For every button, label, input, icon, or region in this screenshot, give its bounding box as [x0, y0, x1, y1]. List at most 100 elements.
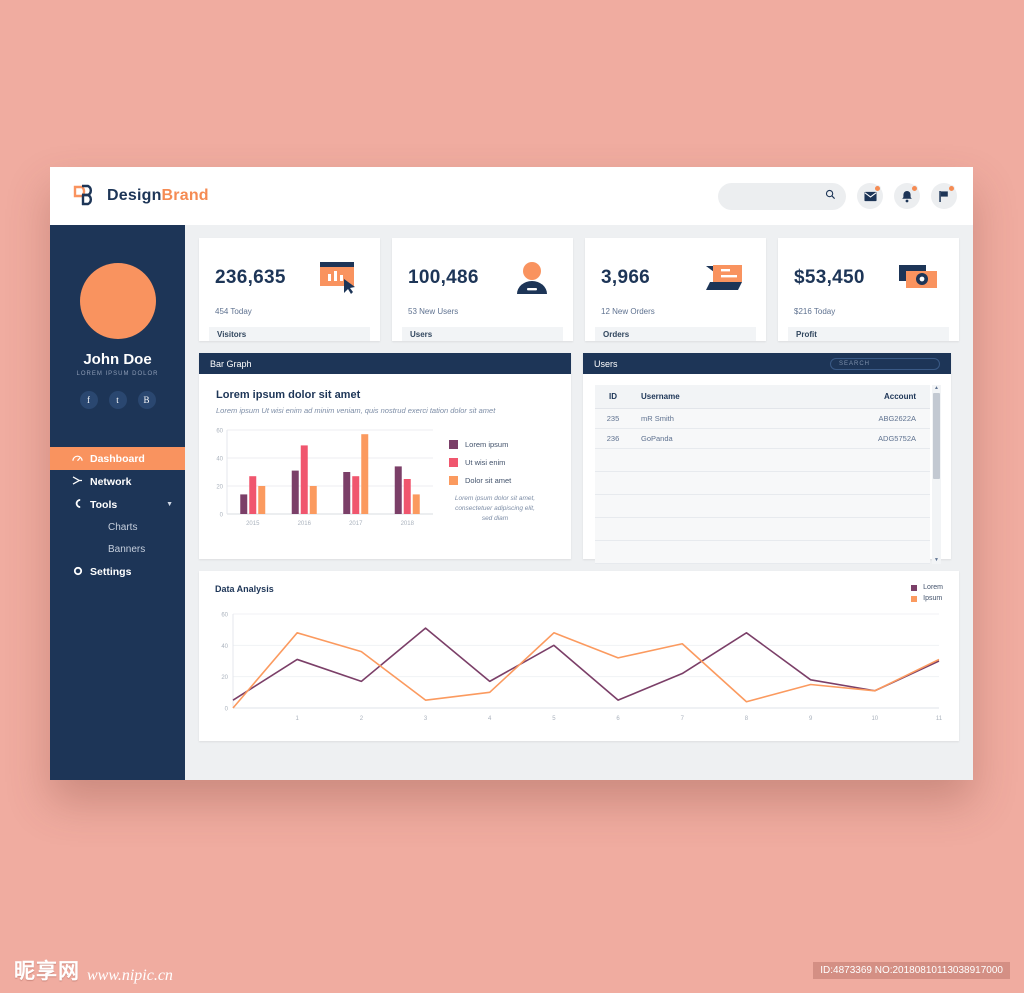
- notifications-button[interactable]: [894, 183, 920, 209]
- wrench-icon: [72, 499, 83, 510]
- bar-graph-description: Lorem ipsum Ut wisi enim ad minim veniam…: [216, 406, 496, 415]
- bar-chart-legend: Lorem ipsum Ut wisi enim Dolor sit amet …: [439, 426, 541, 530]
- stat-card-visitors[interactable]: 236,635 454 Today Visitors: [199, 238, 380, 341]
- legend-label: Lorem ipsum: [465, 439, 509, 449]
- mail-badge: [874, 185, 881, 192]
- table-row-empty: [595, 494, 930, 518]
- legend-item: Ut wisi enim: [449, 457, 541, 467]
- user-icon: [507, 260, 557, 296]
- social-behance[interactable]: B: [137, 391, 156, 409]
- stat-card-users[interactable]: 100,486 53 New Users Users: [392, 238, 573, 341]
- stat-card-profit[interactable]: $53,450 $216 Today Profit: [778, 238, 959, 341]
- bar-graph-panel: Bar Graph Lorem ipsum dolor sit amet Lor…: [199, 353, 571, 559]
- brand-name: DesignBrand: [107, 187, 209, 204]
- legend-swatch: [449, 475, 458, 485]
- stat-sub: 12 New Orders: [601, 307, 655, 316]
- svg-text:1: 1: [296, 716, 300, 722]
- bar-graph-header: Bar Graph: [199, 353, 571, 374]
- panel-title: Users: [594, 358, 618, 369]
- cell-id: 236: [595, 428, 631, 449]
- stat-value: 3,966: [601, 267, 651, 288]
- mail-icon: [863, 191, 877, 201]
- sidebar-item-dashboard[interactable]: Dashboard: [50, 447, 185, 470]
- svg-text:9: 9: [809, 716, 813, 722]
- watermark-id: ID:4873369 NO:20180810113038917000: [813, 962, 1010, 979]
- bar-graph-title: Lorem ipsum dolor sit amet: [216, 389, 361, 401]
- table-header-row: ID Username Account: [595, 385, 930, 409]
- scroll-down-icon[interactable]: ▼: [934, 557, 939, 564]
- line-chart-legend: Lorem Ipsum: [911, 584, 943, 606]
- panel-title: Bar Graph: [210, 358, 252, 369]
- stat-sub: 53 New Users: [408, 307, 459, 316]
- middle-panels-row: Bar Graph Lorem ipsum dolor sit amet Lor…: [199, 353, 959, 564]
- data-analysis-panel: Data Analysis Lorem Ipsum 0 20 40 60 1 2 3 4 5 6 7…: [199, 571, 959, 741]
- top-header: DesignBrand: [50, 167, 973, 225]
- sidebar-item-label: Network: [90, 475, 132, 488]
- header-search[interactable]: [718, 182, 846, 210]
- table-row-empty: [595, 471, 930, 495]
- svg-text:60: 60: [221, 613, 228, 619]
- dashboard-window: DesignBrand John Doe LOREM IPSUM DOLOR f…: [50, 167, 973, 780]
- svg-text:3: 3: [424, 716, 428, 722]
- stat-card-orders[interactable]: 3,966 12 New Orders Orders: [585, 238, 766, 341]
- sidebar-item-network[interactable]: Network: [50, 470, 185, 493]
- avatar[interactable]: [79, 263, 156, 339]
- svg-text:6: 6: [616, 716, 620, 722]
- table-row-empty: [595, 517, 930, 541]
- svg-text:0: 0: [220, 512, 224, 518]
- social-twitter[interactable]: t: [108, 391, 127, 409]
- column-header-username[interactable]: Username: [631, 385, 776, 409]
- legend-label: Ipsum: [923, 595, 943, 602]
- gear-icon: [72, 566, 83, 578]
- svg-text:11: 11: [936, 716, 943, 722]
- panel-title: Data Analysis: [215, 584, 274, 594]
- svg-text:20: 20: [216, 484, 223, 490]
- profile-name: John Doe: [83, 351, 152, 368]
- data-analysis-header: Data Analysis Lorem Ipsum: [199, 571, 959, 606]
- sidebar-item-tools[interactable]: Tools ▼: [50, 493, 185, 516]
- legend-swatch: [449, 439, 458, 449]
- main-content: 236,635 454 Today Visitors 100,486 53 Ne…: [185, 225, 973, 780]
- scroll-up-icon[interactable]: ▲: [934, 385, 939, 392]
- watermark-site-cn: 昵享网: [14, 959, 80, 983]
- table-row-empty: [595, 540, 930, 564]
- svg-text:2016: 2016: [298, 521, 312, 527]
- social-facebook[interactable]: f: [79, 391, 98, 409]
- column-header-id[interactable]: ID: [595, 385, 631, 409]
- cell-account: ABG2622A: [775, 408, 930, 429]
- chevron-down-icon[interactable]: ▼: [166, 501, 173, 508]
- cell-account: ADG5752A: [775, 428, 930, 449]
- legend-swatch: [911, 584, 918, 591]
- users-table: ID Username Account 235 mR Smith ABG2622…: [595, 385, 930, 564]
- svg-text:2015: 2015: [246, 521, 260, 527]
- brand-logo[interactable]: DesignBrand: [72, 183, 209, 209]
- flag-badge: [948, 185, 955, 192]
- sidebar-subitem-charts[interactable]: Charts: [50, 516, 185, 538]
- search-input[interactable]: [728, 190, 825, 202]
- search-icon[interactable]: [825, 187, 836, 205]
- users-header: Users SEARCH: [583, 353, 951, 374]
- sidebar-subitem-label: Charts: [108, 521, 138, 533]
- bar-graph-body: 0 20 40 60 2015 2016 2017 2018 Lorem ipsum Ut w…: [199, 417, 571, 530]
- stat-sub: $216 Today: [794, 307, 836, 316]
- flag-icon: [939, 190, 948, 202]
- table-row[interactable]: 235 mR Smith ABG2622A: [595, 408, 930, 429]
- svg-text:5: 5: [552, 716, 556, 722]
- users-panel: Users SEARCH ID Username Account 235 mR …: [583, 353, 951, 564]
- stat-value: $53,450: [794, 267, 865, 288]
- legend-item: Ipsum: [911, 595, 943, 602]
- users-table-scrollbar[interactable]: ▲ ▼: [932, 385, 941, 564]
- stat-footer: Profit: [788, 327, 949, 341]
- stat-footer: Users: [402, 327, 563, 341]
- scrollbar-thumb[interactable]: [933, 393, 940, 479]
- users-table-wrap: ID Username Account 235 mR Smith ABG2622…: [583, 374, 951, 564]
- sidebar-item-settings[interactable]: Settings: [50, 560, 185, 583]
- sidebar-subitem-banners[interactable]: Banners: [50, 538, 185, 560]
- sidebar-nav: Dashboard Network Tools ▼ Charts Banners…: [50, 447, 185, 583]
- table-row[interactable]: 236 GoPanda ADG5752A: [595, 428, 930, 449]
- mail-button[interactable]: [857, 183, 883, 209]
- column-header-account[interactable]: Account: [775, 385, 930, 409]
- flag-button[interactable]: [931, 183, 957, 209]
- stat-cards-row: 236,635 454 Today Visitors 100,486 53 Ne…: [199, 238, 959, 341]
- users-search-input[interactable]: SEARCH: [830, 357, 940, 370]
